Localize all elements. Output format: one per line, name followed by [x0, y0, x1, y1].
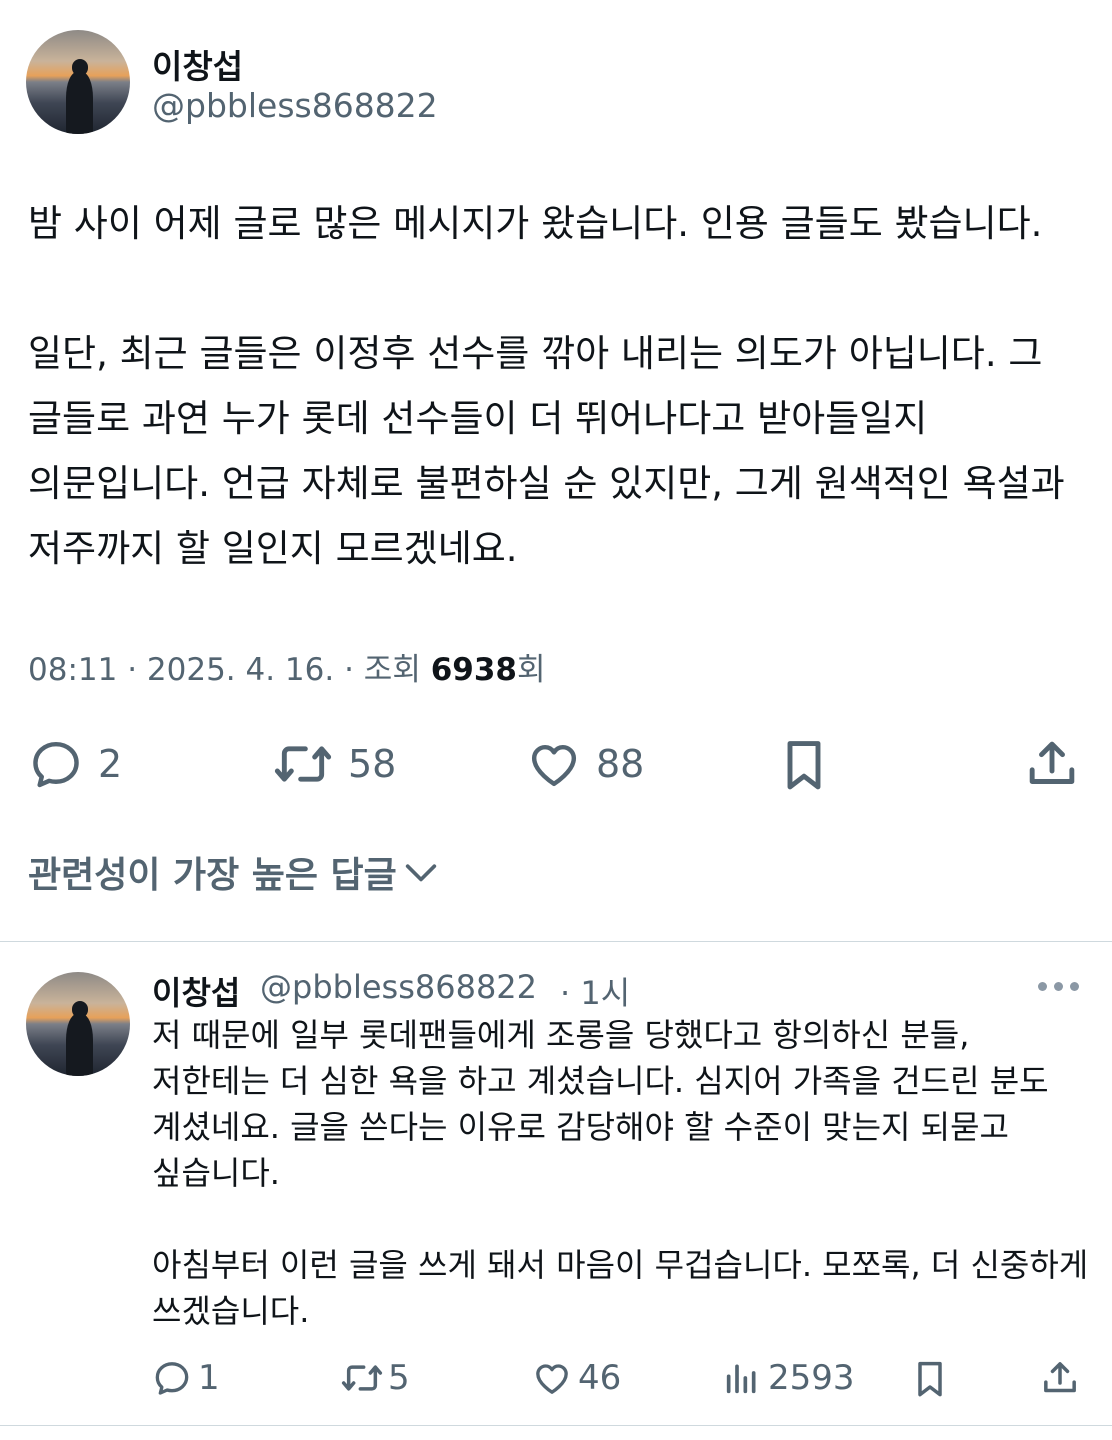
share-button[interactable] [1040, 1358, 1080, 1398]
avatar[interactable] [26, 972, 130, 1076]
reply-actions: 1 5 46 2593 [0, 1356, 1112, 1404]
bookmark-icon [787, 741, 821, 790]
repost-icon [341, 1365, 383, 1391]
like-button[interactable]: 88 [526, 736, 644, 792]
like-button[interactable]: 46 [532, 1358, 621, 1398]
bookmark-button[interactable] [776, 736, 832, 794]
reply-text-paragraph: 아침부터 이런 글을 쓰게 돼서 마음이 무겁습니다. 모쪼록, 더 신중하게 … [152, 1246, 1099, 1330]
view-count: 6938 [430, 652, 517, 688]
author-name[interactable]: 이창섭 [152, 40, 243, 88]
reply-author-handle[interactable]: @pbbless868822 [260, 968, 537, 1006]
reply-icon [33, 741, 79, 788]
reply-time[interactable]: · 1시 [560, 968, 630, 1014]
heart-icon [536, 1364, 568, 1394]
reply-count: 1 [198, 1358, 220, 1398]
reply-button[interactable]: 1 [152, 1358, 220, 1398]
heart-icon [531, 744, 577, 787]
view-suffix: 회 [516, 652, 546, 688]
more-icon[interactable] [1038, 982, 1079, 991]
chevron-down-icon [405, 864, 436, 882]
replies-sort-label: 관련성이 가장 높은 답글 [28, 855, 397, 896]
replies-sort-dropdown[interactable]: 관련성이 가장 높은 답글 [28, 846, 441, 898]
view-count: 2593 [768, 1358, 855, 1398]
bookmark-icon [918, 1361, 942, 1397]
reply-text-paragraph: 저 때문에 일부 롯데팬들에게 조롱을 당했다고 항의하신 분들, 저한테는 더… [152, 1016, 1059, 1192]
author-handle[interactable]: @pbbless868822 [152, 86, 438, 125]
repost-icon [274, 746, 332, 782]
divider [0, 1425, 1112, 1426]
tweet-text-paragraph: 밤 사이 어제 글로 많은 메시지가 왔습니다. 인용 글들도 봤습니다. [28, 202, 1043, 245]
like-count: 46 [578, 1358, 622, 1398]
share-button[interactable] [1024, 736, 1080, 792]
repost-button[interactable]: 58 [272, 736, 396, 792]
reply-icon [155, 1362, 189, 1395]
reply-count: 2 [98, 742, 123, 786]
views-button[interactable]: 2593 [722, 1358, 855, 1398]
repost-count: 5 [388, 1358, 410, 1398]
analytics-icon [726, 1364, 756, 1394]
like-count: 88 [596, 742, 645, 786]
reply-author-name[interactable]: 이창섭 [152, 968, 240, 1014]
timestamp[interactable]: 08:11 · 2025. 4. 16. · 조회 [28, 652, 431, 688]
repost-button[interactable]: 5 [340, 1358, 410, 1398]
avatar[interactable] [26, 30, 130, 134]
reply-button[interactable]: 2 [28, 736, 122, 792]
bookmark-button[interactable] [910, 1358, 950, 1400]
share-icon [1029, 741, 1075, 784]
repost-count: 58 [348, 742, 397, 786]
share-icon [1044, 1362, 1076, 1393]
tweet-actions: 2 58 88 [0, 734, 1112, 796]
tweet-meta: 08:11 · 2025. 4. 16. · 조회 6938회 [28, 644, 546, 689]
tweet-text-paragraph: 일단, 최근 글들은 이정후 선수를 깎아 내리는 의도가 아닙니다. 그 글들… [28, 332, 1077, 570]
